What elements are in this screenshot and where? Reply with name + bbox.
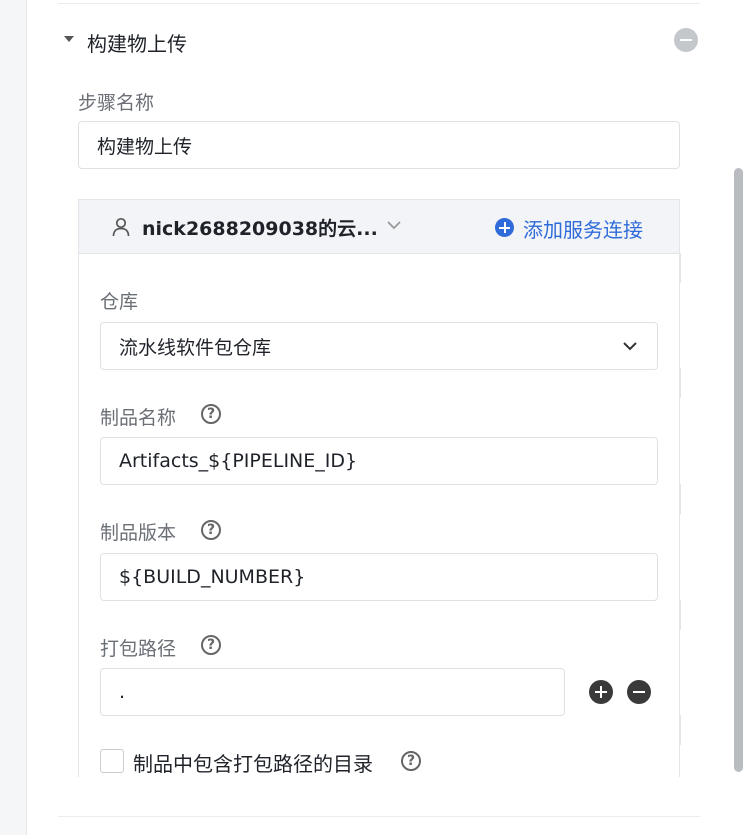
remove-path-button[interactable]	[627, 680, 651, 704]
artifact-version-label: 制品版本	[100, 522, 177, 544]
add-service-connection-label: 添加服务连接	[523, 218, 643, 242]
pack-path-input[interactable]	[100, 668, 565, 716]
edge-mark	[679, 484, 681, 514]
remove-step-icon[interactable]	[674, 28, 698, 52]
step-name-input[interactable]	[78, 121, 680, 169]
help-icon[interactable]: ?	[201, 635, 221, 655]
user-icon	[112, 217, 130, 237]
pack-path-label: 打包路径	[100, 638, 177, 660]
service-account-name[interactable]: nick2688209038的云...	[142, 214, 378, 241]
scrollbar-thumb[interactable]	[734, 168, 743, 772]
help-icon[interactable]: ?	[201, 520, 221, 540]
artifact-name-label: 制品名称	[100, 407, 177, 429]
caret-down-icon[interactable]	[64, 36, 74, 42]
section-title: 构建物上传	[87, 32, 187, 56]
chevron-down-icon	[623, 342, 637, 351]
plus-circle-icon	[495, 218, 514, 237]
chevron-down-icon[interactable]	[385, 216, 403, 234]
step-name-label: 步骤名称	[78, 92, 155, 114]
service-connection-bar: nick2688209038的云... 添加服务连接	[79, 200, 679, 254]
edge-mark	[679, 715, 681, 745]
section-header[interactable]: 构建物上传	[60, 24, 700, 58]
include-directory-checkbox[interactable]	[100, 749, 124, 773]
edge-mark	[679, 368, 681, 398]
left-gutter	[0, 0, 27, 835]
repository-select[interactable]: 流水线软件包仓库	[100, 322, 658, 370]
artifact-name-input[interactable]	[100, 437, 658, 485]
repository-label: 仓库	[100, 291, 139, 313]
help-icon[interactable]: ?	[201, 404, 221, 424]
artifact-version-input[interactable]	[100, 553, 658, 601]
add-path-button[interactable]	[589, 680, 613, 704]
help-icon[interactable]: ?	[401, 751, 421, 771]
edge-mark	[679, 600, 681, 630]
service-config-card: nick2688209038的云... 添加服务连接 仓库 流水线软件包仓库 制…	[78, 199, 680, 777]
include-directory-label: 制品中包含打包路径的目录	[133, 752, 373, 776]
repository-selected-value: 流水线软件包仓库	[119, 337, 272, 359]
top-divider	[58, 3, 700, 4]
edge-mark	[679, 253, 681, 283]
bottom-divider	[58, 816, 700, 817]
